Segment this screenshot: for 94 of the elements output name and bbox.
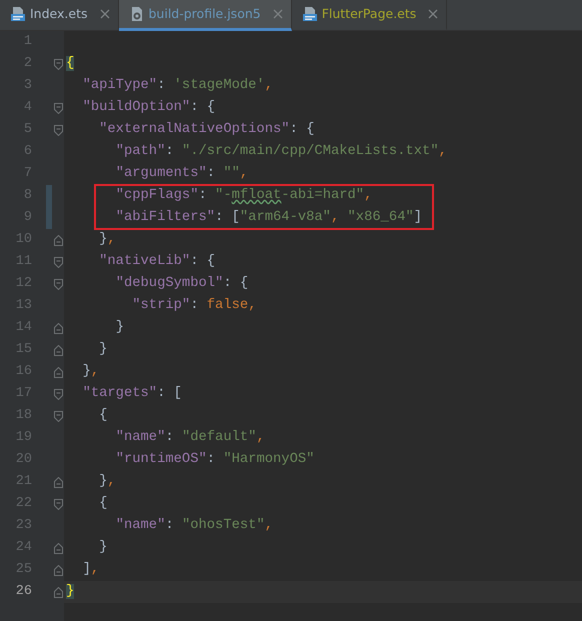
code-token: , [264,78,273,93]
code-token: { [99,496,108,511]
code-token: "./src/main/cpp/CMakeLists.txt" [182,144,439,159]
code-token: : [165,518,175,533]
code-token: { [206,100,216,115]
fold-icon[interactable] [54,498,62,510]
code-token: : [198,188,208,203]
fold-icon[interactable] [54,586,62,598]
file-icon [302,6,318,22]
code-token: "externalNativeOptions" [99,122,290,137]
fold-icon[interactable] [54,322,62,334]
code-token: , [330,210,340,225]
file-icon [10,6,26,22]
code-token: { [99,408,108,423]
code-token: ] [82,562,91,577]
code-token: "debugSymbol" [116,276,224,291]
code-token: : [206,166,216,181]
code-token: : [157,386,166,401]
fold-icon[interactable] [54,388,62,400]
code-token: "abiFilters" [116,210,216,225]
code-token: } [116,320,124,335]
code-token: "apiType" [82,78,158,93]
code-token: , [90,562,100,577]
code-token: "strip" [132,298,190,313]
code-token: , [248,298,256,313]
close-icon[interactable] [428,9,438,19]
code-token: "targets" [82,386,158,401]
fold-icon[interactable] [54,58,62,70]
code-token: [ [174,386,182,401]
code-token: , [107,232,116,247]
fold-icon[interactable] [54,278,62,290]
code-token: { [306,122,314,137]
fold-icon[interactable] [54,234,62,246]
code-token: } [99,232,108,247]
code-token: "x86_64" [348,210,414,225]
fold-icon[interactable] [54,564,62,576]
code-token: } [82,364,91,379]
matched-brace: } [66,584,74,599]
code-token: } [99,342,108,357]
code-token: "buildOption" [82,100,190,115]
close-icon[interactable] [100,9,110,19]
code-token: "HarmonyOS" [223,452,314,467]
code-token: , [256,430,265,445]
code-token: , [107,474,116,489]
code-token: "arm64-v8a" [240,210,331,225]
code-token: { [206,254,216,269]
code-token: : [165,144,175,159]
code-token: , [240,166,248,181]
fold-icon[interactable] [54,410,62,422]
code-token: : [190,298,200,313]
code-token: "cppFlags" [116,188,198,203]
code-token: : [290,122,299,137]
code-token: "- [215,188,232,203]
close-icon[interactable] [272,9,283,19]
code-token: "path" [116,144,166,159]
code-token: "default" [182,430,256,445]
code-token: : [190,254,200,269]
code-token: , [438,144,447,159]
code-token: "arguments" [116,166,207,181]
fold-icon[interactable] [54,102,62,114]
code-token: , [90,364,100,379]
code-token: ] [414,210,422,225]
fold-icon[interactable] [54,366,62,378]
code-token: , [264,518,274,533]
code-token: "" [223,166,240,181]
code-token: "ohosTest" [182,518,265,533]
code-token: -abi=hard" [281,188,364,203]
fold-icon[interactable] [54,542,62,554]
code-token: false [206,298,248,313]
code-token: : [190,100,200,115]
code-token: , [364,188,372,203]
code-token: { [240,276,248,291]
fold-icon[interactable] [54,124,62,136]
code-token: "nativeLib" [99,254,190,269]
code-token: : [215,210,224,225]
code-token: : [157,78,166,93]
code-token: "name" [116,518,166,533]
code-token: : [165,430,175,445]
editor-tab[interactable]: FlutterPage.ets [292,0,448,31]
code-token: : [223,276,233,291]
matched-brace: { [66,56,74,71]
fold-icon[interactable] [54,256,62,268]
code-token: "name" [116,430,166,445]
fold-icon[interactable] [54,476,62,488]
code-token: "runtimeOS" [116,452,207,467]
editor-tab[interactable]: build-profile.json5 [118,0,292,31]
misspelled-word: mfloat [232,188,282,203]
code-token: } [99,540,108,555]
code-token: : [206,452,216,467]
code-token: } [99,474,108,489]
code-token: [ [232,210,240,225]
fold-icon[interactable] [54,344,62,356]
code-token: 'stageMode' [174,78,265,93]
line-number: 26 [14,583,32,601]
